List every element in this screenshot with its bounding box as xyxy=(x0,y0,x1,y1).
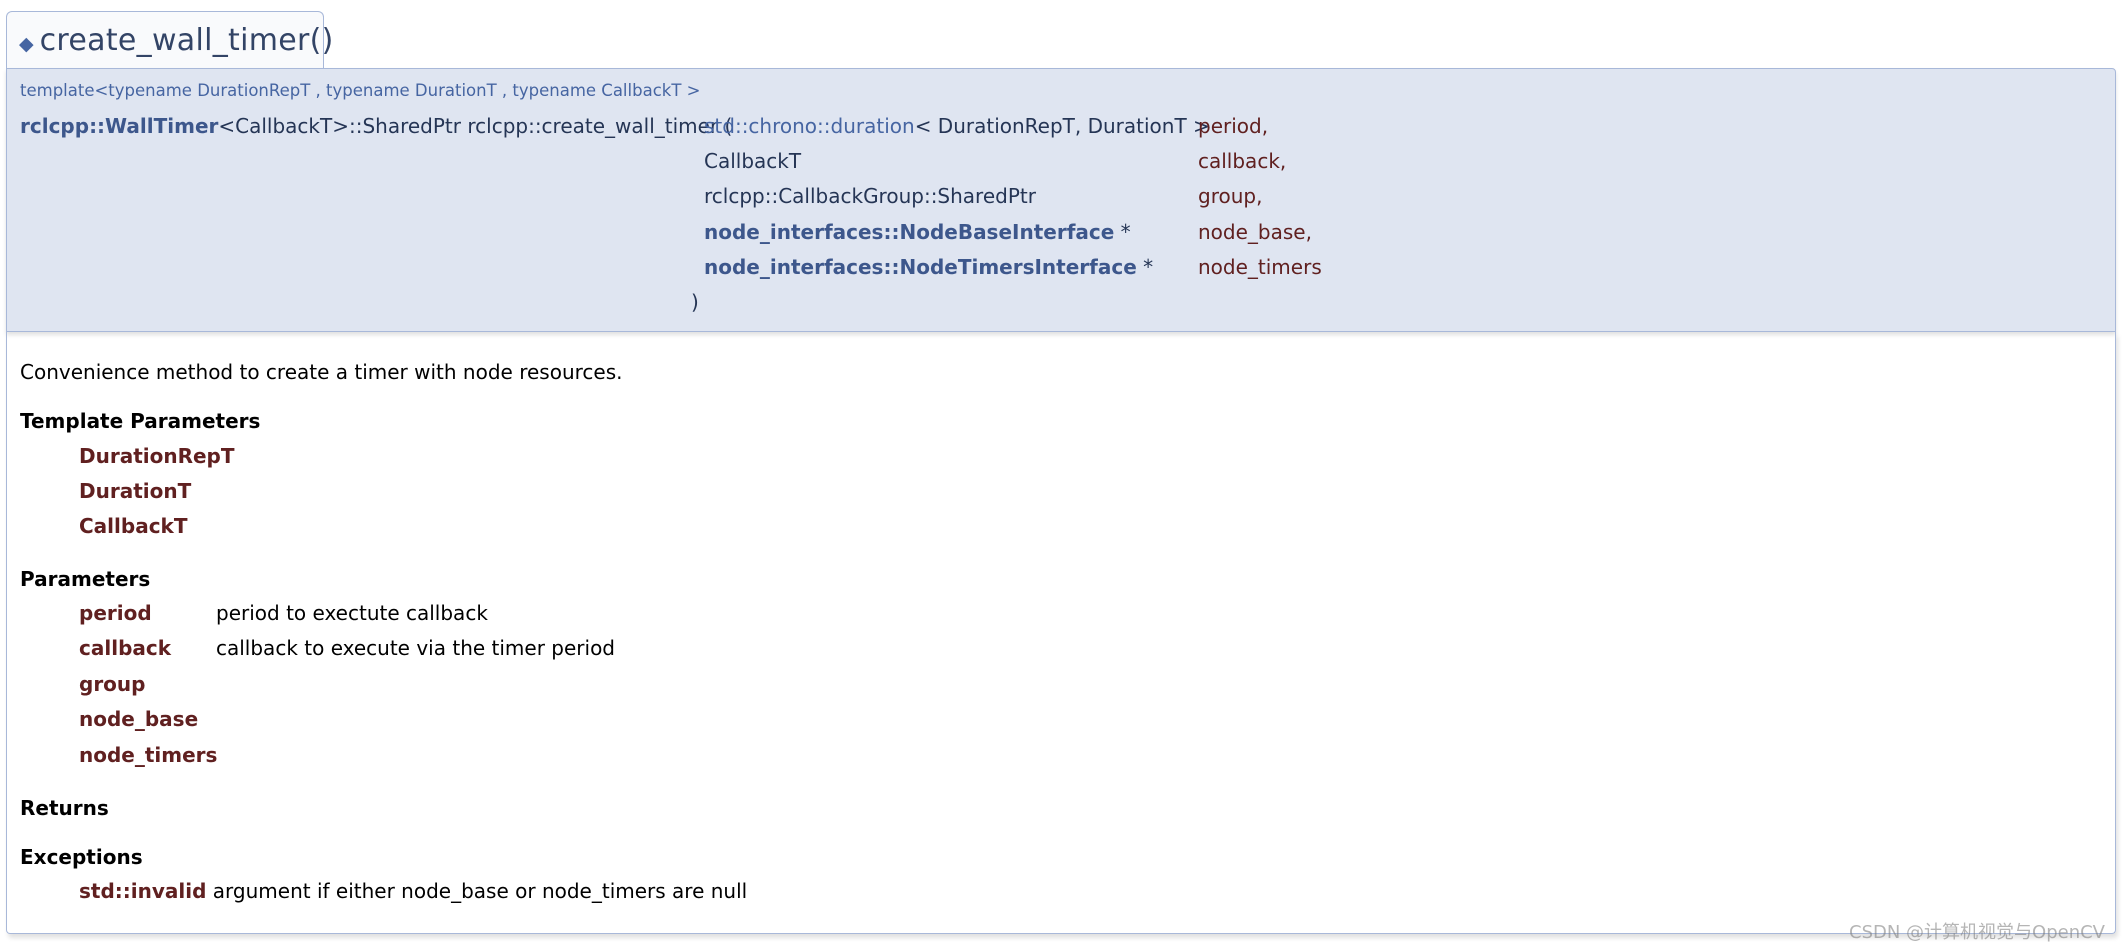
template-param-name: DurationT xyxy=(79,479,192,503)
return-type-rest: <CallbackT>::SharedPtr rclcpp::create_wa… xyxy=(218,114,733,138)
diamond-icon: ◆ xyxy=(19,32,34,55)
param-name: group, xyxy=(1198,184,1263,208)
param-description: callback to execute via the timer period xyxy=(216,636,616,660)
param-type: CallbackT xyxy=(704,149,802,173)
template-param-name: DurationRepT xyxy=(79,444,235,468)
param-type-rest: < DurationRepT, DurationT > xyxy=(914,114,1210,138)
param-type: rclcpp::CallbackGroup::SharedPtr xyxy=(704,184,1036,208)
param-name: period, xyxy=(1198,114,1269,138)
template-params-heading: Template Parameters xyxy=(20,409,261,433)
node-timers-interface-link[interactable]: node_interfaces::NodeTimersInterface xyxy=(704,255,1137,279)
exceptions-heading: Exceptions xyxy=(20,845,143,869)
duration-type-link[interactable]: std::chrono::duration xyxy=(704,114,915,138)
param-name: callback, xyxy=(1198,149,1287,173)
params-heading: Parameters xyxy=(20,567,151,591)
param-name: node_base xyxy=(79,707,199,731)
template-param-name: CallbackT xyxy=(79,514,188,538)
exception-name: std::invalid xyxy=(79,879,207,903)
param-name: node_base, xyxy=(1198,220,1312,244)
template-declaration: template<typename DurationRepT , typenam… xyxy=(20,81,701,100)
pointer-star: * xyxy=(1136,255,1154,279)
param-name: node_timers xyxy=(79,743,218,767)
param-name: group xyxy=(79,672,146,696)
param-name: callback xyxy=(79,636,172,660)
exception-description: argument if either node_base or node_tim… xyxy=(212,879,748,903)
close-paren: ) xyxy=(691,290,699,314)
description: Convenience method to create a timer wit… xyxy=(20,360,623,384)
member-title-tab: ◆ create_wall_timer() xyxy=(6,11,333,69)
returns-heading: Returns xyxy=(20,796,109,820)
pointer-star: * xyxy=(1114,220,1131,244)
param-name: node_timers xyxy=(1198,255,1322,279)
walltimer-link[interactable]: rclcpp::WallTimer xyxy=(20,114,218,138)
page-title: create_wall_timer() xyxy=(39,23,334,58)
exception-entry: std::invalid argument if either node_bas… xyxy=(79,879,747,903)
param-name: period xyxy=(79,601,152,625)
watermark: CSDN @计算机视觉与OpenCV xyxy=(1849,922,2105,943)
function-documentation: Convenience method to create a timer wit… xyxy=(6,332,2116,934)
param-description: period to exectute callback xyxy=(216,601,488,625)
node-base-interface-link[interactable]: node_interfaces::NodeBaseInterface xyxy=(704,220,1114,244)
function-prototype: template<typename DurationRepT , typenam… xyxy=(6,68,2116,332)
